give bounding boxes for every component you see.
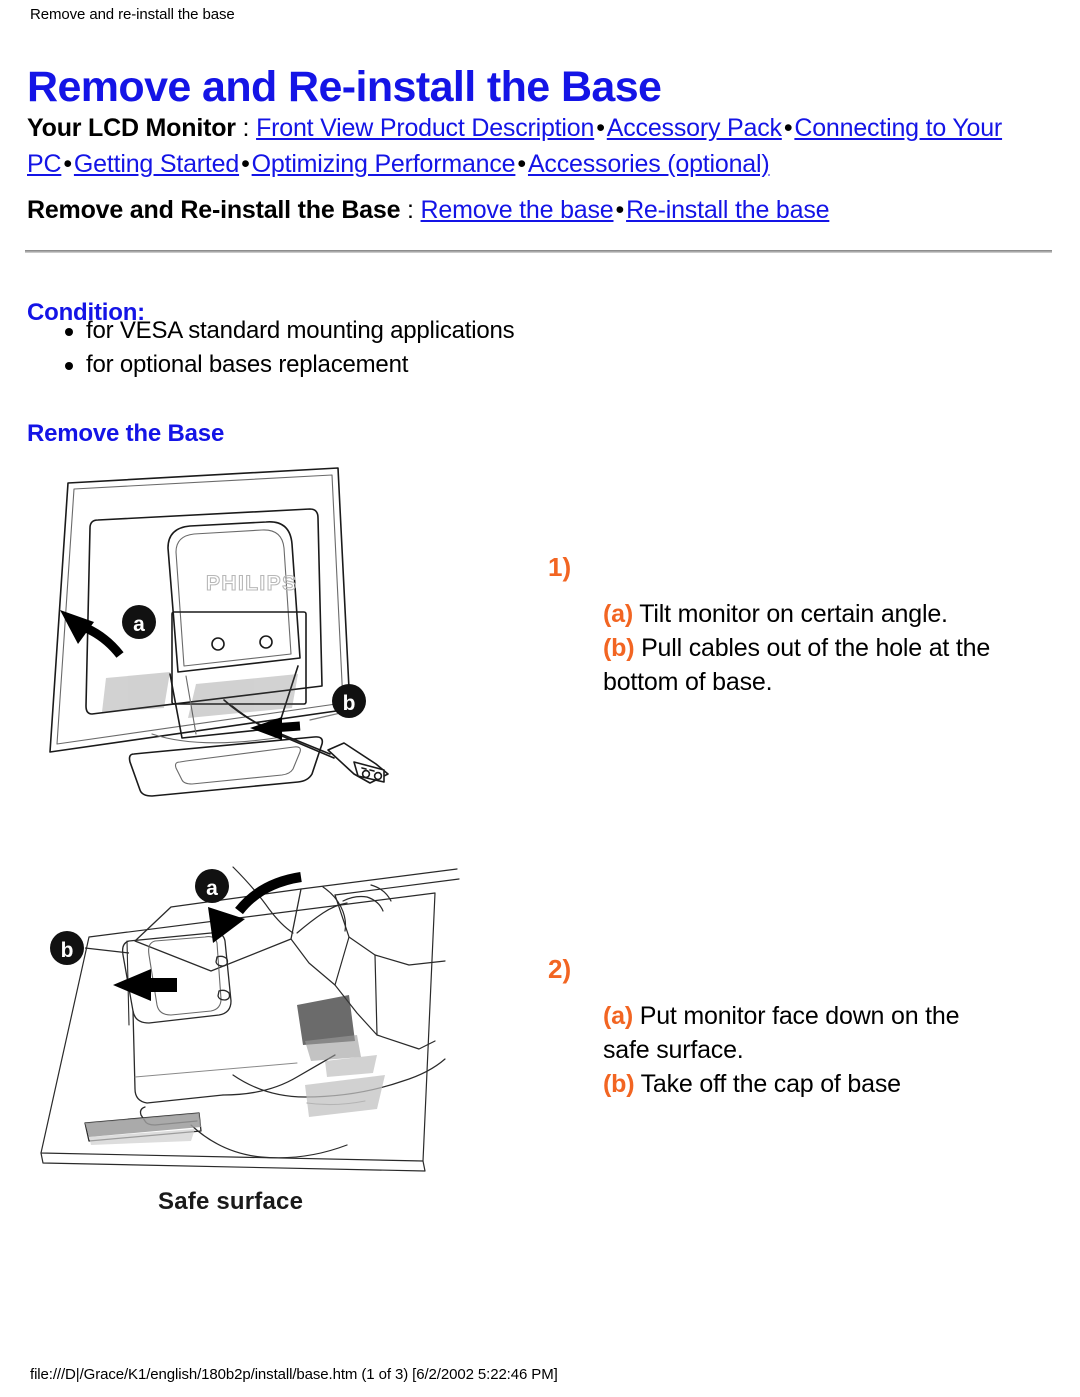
callout-badge-a: a bbox=[195, 869, 229, 903]
step-1-number: 1) bbox=[548, 552, 572, 582]
nav-secondary-separator: : bbox=[400, 196, 421, 224]
nav-link-optimizing-performance[interactable]: Optimizing Performance bbox=[252, 150, 516, 178]
remove-the-base-heading: Remove the Base bbox=[27, 419, 225, 447]
step-2-marker-a: (a) bbox=[603, 1002, 633, 1030]
step-2-marker-b: (b) bbox=[603, 1070, 635, 1098]
nav-remove-reinstall-base: Remove and Re-install the Base : Remove … bbox=[27, 192, 1052, 228]
list-item: for VESA standard mounting applications bbox=[58, 314, 515, 348]
nav-link-accessories-optional[interactable]: Accessories (optional) bbox=[528, 150, 770, 178]
figure-monitor-face-down: a b bbox=[5, 845, 465, 1235]
step-2-text-a: Put monitor face down on the safe surfac… bbox=[603, 1002, 960, 1064]
nav-bullet: • bbox=[783, 114, 793, 142]
svg-text:b: b bbox=[343, 692, 356, 715]
nav-your-lcd-monitor: Your LCD Monitor : Front View Product De… bbox=[27, 110, 1052, 182]
footer-file-path: file:///D|/Grace/K1/english/180b2p/insta… bbox=[30, 1366, 558, 1383]
arrow-a-icon bbox=[60, 610, 124, 658]
list-item: for optional bases replacement bbox=[58, 348, 514, 382]
nav-bullet: • bbox=[615, 196, 625, 224]
condition-list: for VESA standard mounting applications … bbox=[58, 314, 515, 382]
figure-monitor-rear-view: PHILIPS a b bbox=[10, 462, 470, 822]
nav-bullet: • bbox=[63, 150, 72, 178]
nav-link-accessory-pack[interactable]: Accessory Pack bbox=[607, 114, 782, 142]
nav-bullet: • bbox=[596, 114, 605, 142]
step-2-body: (a) Put monitor face down on the safe su… bbox=[603, 999, 1003, 1101]
step-1-marker-b: (b) bbox=[603, 634, 635, 662]
step-1-text-a: Tilt monitor on certain angle. bbox=[632, 600, 948, 628]
callout-badge-b: b bbox=[332, 684, 366, 718]
step-2-text-b: Take off the cap of base bbox=[634, 1070, 901, 1098]
nav-link-front-view-product-description[interactable]: Front View Product Description bbox=[256, 114, 594, 142]
callout-badge-a: a bbox=[122, 605, 156, 639]
nav-bullet: • bbox=[241, 150, 250, 178]
condition-item-label: for VESA standard mounting applications bbox=[86, 317, 515, 344]
nav-bullet: • bbox=[517, 150, 526, 178]
callout-badge-b: b bbox=[50, 931, 84, 965]
arrow-b-icon bbox=[113, 969, 177, 1001]
step-2-number: 2) bbox=[548, 954, 572, 984]
svg-text:b: b bbox=[61, 939, 74, 962]
arrow-b-icon bbox=[250, 717, 301, 740]
page-title: Remove and Re-install the Base bbox=[27, 62, 662, 111]
svg-text:a: a bbox=[133, 613, 145, 636]
nav-link-getting-started[interactable]: Getting Started bbox=[74, 150, 239, 178]
nav-secondary-label: Remove and Re-install the Base bbox=[27, 196, 401, 224]
horizontal-divider bbox=[25, 250, 1052, 253]
step-1-body: (a) Tilt monitor on certain angle. (b) P… bbox=[603, 597, 1003, 699]
nav-primary-separator: : bbox=[235, 114, 257, 142]
philips-logo-text: PHILIPS bbox=[206, 572, 297, 595]
nav-primary-label: Your LCD Monitor bbox=[27, 114, 236, 142]
page-header-note: Remove and re-install the base bbox=[30, 6, 235, 23]
step-1-text-b: Pull cables out of the hole at the botto… bbox=[603, 634, 991, 696]
step-1-marker-a: (a) bbox=[603, 600, 633, 628]
nav-link-remove-the-base[interactable]: Remove the base bbox=[421, 196, 614, 224]
condition-item-label: for optional bases replacement bbox=[86, 351, 409, 378]
svg-text:a: a bbox=[206, 877, 218, 900]
safe-surface-caption: Safe surface bbox=[158, 1188, 304, 1215]
nav-link-re-install-the-base[interactable]: Re-install the base bbox=[626, 196, 829, 224]
